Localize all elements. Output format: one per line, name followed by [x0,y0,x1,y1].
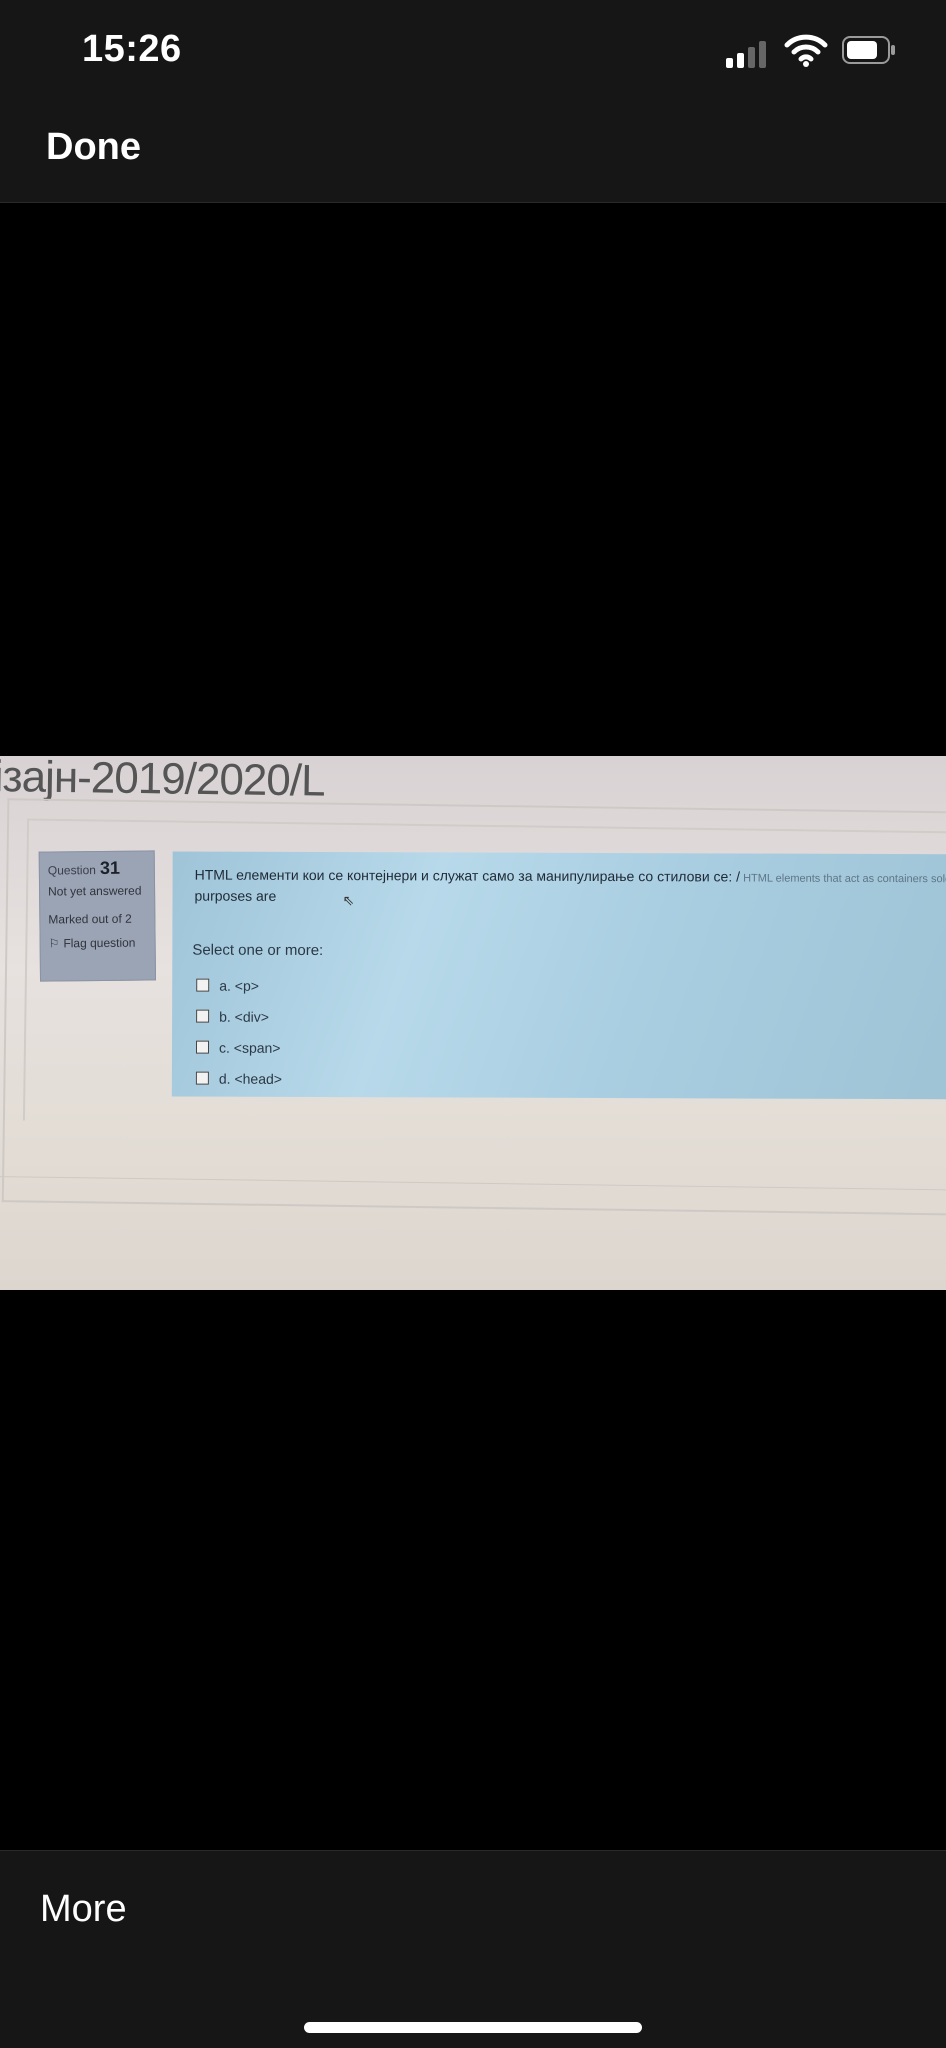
bottom-bar: More [0,1850,946,2048]
photo-content: ізајн-2019/2020/L Question 31 Not yet ans… [0,756,946,1290]
flag-icon: ⚐ [48,936,60,951]
flag-question-link: ⚐ Flag question [48,935,136,951]
divider [0,1850,946,1851]
more-button[interactable]: More [40,1888,127,1931]
home-indicator[interactable] [304,2022,642,2033]
question-content-box: HTML елементи кои се контејнери и служат… [171,851,946,1100]
question-text: HTML елементи кои се контејнери и служат… [194,866,946,904]
top-bar: 15:26 Done [0,0,946,203]
answer-option-b: b. <div> [196,1001,282,1032]
question-marks: Marked out of 2 [48,911,132,927]
wifi-icon [784,34,828,67]
answer-option-a: a. <p> [196,970,282,1001]
checkbox [196,1009,210,1023]
photo-viewer[interactable]: ізајн-2019/2020/L Question 31 Not yet ans… [0,756,946,1290]
status-icons [726,34,896,70]
checkbox [195,1040,210,1054]
checkbox [196,978,210,992]
answer-option-c: c. <span> [195,1032,282,1063]
done-button[interactable]: Done [46,126,141,169]
checkbox [195,1071,209,1085]
cellular-signal-icon [726,40,770,68]
divider [0,202,946,203]
question-number: Question 31 [47,857,121,878]
answer-options: a. <p> b. <div> c. <span> d. <head> [195,970,283,1094]
status-time: 15:26 [82,28,182,70]
battery-icon [842,36,895,64]
answer-prompt: Select one or more: [192,941,324,960]
question-info-panel: Question 31 Not yet answered Marked out o… [38,850,157,982]
question-state: Not yet answered [48,883,142,899]
answer-option-d: d. <head> [195,1063,282,1094]
mouse-cursor-icon: ⇖ [342,892,355,909]
